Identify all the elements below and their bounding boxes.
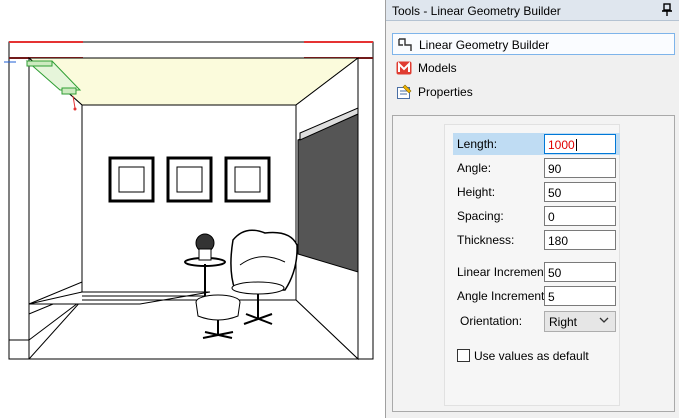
tool-label: Linear Geometry Builder	[419, 38, 550, 52]
orientation-value: Right	[549, 315, 578, 329]
height-input[interactable]: 50	[544, 182, 616, 202]
height-label: Height:	[457, 185, 496, 199]
linear-increment-input[interactable]: 50	[544, 262, 616, 282]
pin-icon[interactable]	[661, 3, 673, 17]
angle-input[interactable]: 90	[544, 158, 616, 178]
angle-label: Angle:	[457, 161, 492, 175]
use-default-checkbox[interactable]	[457, 349, 470, 362]
tool-label: Properties	[418, 85, 473, 99]
chevron-down-icon	[599, 317, 609, 323]
use-default-label: Use values as default	[474, 349, 589, 363]
angle-increment-label: Angle Increment:	[457, 289, 548, 303]
properties-box: Length: 1000 Angle: 90 Height: 50 Spacin…	[392, 115, 675, 412]
tool-label: Models	[418, 61, 457, 75]
panel-title-bar: Tools - Linear Geometry Builder	[386, 0, 679, 21]
ceiling-band	[8, 41, 374, 59]
tools-panel: Tools - Linear Geometry Builder Linear G…	[385, 0, 679, 418]
length-input[interactable]: 1000	[544, 134, 616, 154]
thickness-label: Thickness:	[457, 233, 515, 247]
spacing-label: Spacing:	[457, 209, 504, 223]
spacing-input[interactable]: 0	[544, 206, 616, 226]
thickness-input[interactable]: 180	[544, 230, 616, 250]
angle-increment-input[interactable]: 5	[544, 286, 616, 306]
tool-properties[interactable]: Properties	[392, 81, 675, 103]
tool-linear-geometry-builder[interactable]: Linear Geometry Builder	[392, 33, 675, 55]
panel-title: Tools - Linear Geometry Builder	[392, 4, 561, 18]
picture-frames	[108, 156, 271, 203]
linear-increment-label: Linear Increment:	[457, 265, 551, 279]
orientation-select[interactable]: Right	[544, 311, 616, 332]
linear-geometry-icon	[398, 38, 412, 51]
models-icon	[396, 61, 412, 75]
tool-models[interactable]: Models	[392, 57, 675, 79]
orientation-label: Orientation:	[460, 314, 523, 328]
properties-icon	[397, 84, 412, 99]
window-panel	[297, 113, 359, 273]
3d-viewport[interactable]	[0, 0, 384, 418]
